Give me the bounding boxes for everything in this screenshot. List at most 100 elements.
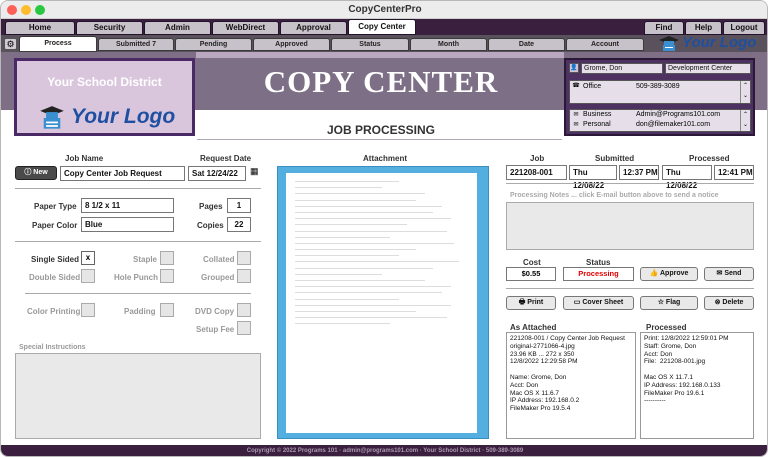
nav-tab-approval[interactable]: Approval bbox=[280, 21, 347, 35]
processed-text[interactable]: Print: 12/8/2022 12:59:01 PM Staff: Grom… bbox=[640, 332, 754, 439]
special-instructions-field[interactable] bbox=[15, 353, 261, 439]
business-label: Business bbox=[583, 111, 612, 118]
print-button[interactable]: 🖶 Print bbox=[506, 296, 556, 310]
paper-color-field[interactable]: Blue bbox=[81, 217, 174, 232]
nav-tab-copy-center[interactable]: Copy Center bbox=[348, 19, 416, 35]
attachment-container[interactable] bbox=[277, 166, 489, 439]
job-number-field[interactable]: 221208-001 bbox=[506, 165, 567, 180]
submitted-time-field[interactable]: 12:37 PM bbox=[619, 165, 659, 180]
status-field[interactable]: Processing bbox=[563, 267, 634, 281]
divider bbox=[25, 293, 251, 294]
color-printing-checkbox[interactable] bbox=[81, 303, 95, 317]
tab-account[interactable]: Account bbox=[566, 38, 644, 51]
email-scroll[interactable]: ⌃ ⌄ bbox=[740, 110, 750, 131]
x-circle-icon: ⊗ bbox=[714, 299, 721, 306]
pages-field[interactable]: 1 bbox=[227, 198, 251, 213]
dvd-copy-checkbox[interactable] bbox=[237, 303, 251, 317]
cover-sheet-button[interactable]: ▭ Cover Sheet bbox=[563, 296, 634, 310]
star-icon: ☆ bbox=[657, 299, 664, 306]
special-instructions-label: Special Instructions bbox=[19, 344, 86, 351]
tab-status[interactable]: Status bbox=[331, 38, 409, 51]
submitted-date-field[interactable]: Thu 12/08/22 bbox=[569, 165, 617, 190]
as-attached-text[interactable]: 221208-001 / Copy Center Job Request ori… bbox=[506, 332, 636, 439]
setup-fee-checkbox[interactable] bbox=[237, 321, 251, 335]
processed-label: Processed bbox=[689, 154, 730, 163]
info-icon: ⓘ bbox=[24, 169, 32, 176]
business-email[interactable]: Admin@Programs101.com bbox=[636, 111, 720, 118]
attachment-image bbox=[286, 173, 477, 433]
delete-button[interactable]: ⊗ Delete bbox=[704, 296, 754, 310]
staple-checkbox[interactable] bbox=[160, 251, 174, 265]
processing-notes-placeholder: Processing Notes ... click E-mail button… bbox=[510, 192, 719, 199]
approve-button[interactable]: 👍 Approve bbox=[640, 267, 698, 281]
cost-label: Cost bbox=[523, 258, 541, 267]
hole-punch-checkbox[interactable] bbox=[160, 269, 174, 283]
dvd-copy-label: DVD Copy bbox=[195, 307, 235, 316]
logout-button[interactable]: Logout bbox=[723, 21, 765, 35]
new-button[interactable]: ⓘ New bbox=[15, 166, 57, 180]
status-label: Status bbox=[586, 258, 611, 267]
staple-label: Staple bbox=[133, 255, 158, 264]
processing-notes-field[interactable] bbox=[506, 202, 754, 250]
copies-label: Copies bbox=[197, 221, 224, 230]
double-sided-checkbox[interactable] bbox=[81, 269, 95, 283]
tab-approved[interactable]: Approved bbox=[253, 38, 330, 51]
contact-name: Grome, Don bbox=[581, 63, 663, 74]
tab-pending[interactable]: Pending bbox=[175, 38, 252, 51]
grouped-label: Grouped bbox=[201, 273, 235, 282]
tab-date[interactable]: Date bbox=[488, 38, 565, 51]
nav-tab-admin[interactable]: Admin bbox=[144, 21, 211, 35]
tab-process[interactable]: Process bbox=[19, 36, 97, 52]
processed-time-field[interactable]: 12:41 PM bbox=[714, 165, 754, 180]
send-button[interactable]: ✉ Send bbox=[704, 267, 754, 281]
double-sided-label: Double Sided bbox=[29, 273, 81, 282]
page-title: COPY CENTER bbox=[263, 64, 499, 99]
nav-tab-webdirect[interactable]: WebDirect bbox=[212, 21, 279, 35]
grouped-checkbox[interactable] bbox=[237, 269, 251, 283]
divider bbox=[15, 241, 261, 242]
color-printing-label: Color Printing bbox=[27, 307, 81, 316]
graduate-logo-icon bbox=[659, 36, 679, 51]
flag-button[interactable]: ☆ Flag bbox=[640, 296, 698, 310]
find-button[interactable]: Find bbox=[644, 21, 684, 35]
document-icon: ▭ bbox=[573, 299, 581, 306]
email-icon: ✉ bbox=[571, 121, 581, 131]
contact-panel: 👤 Grome, Don Development Center ☎ Office… bbox=[564, 58, 755, 136]
single-sided-checkbox[interactable]: x bbox=[81, 251, 95, 265]
divider bbox=[197, 139, 562, 140]
processed-date-field[interactable]: Thu 12/08/22 bbox=[662, 165, 712, 190]
as-attached-label: As Attached bbox=[510, 323, 557, 332]
phone-scroll[interactable]: ⌃ ⌄ bbox=[740, 81, 750, 103]
single-sided-label: Single Sided bbox=[31, 255, 80, 264]
paper-color-label: Paper Color bbox=[32, 221, 78, 230]
collated-checkbox[interactable] bbox=[237, 251, 251, 265]
sub-nav: ⚙ Process Submitted 7 Pending Approved S… bbox=[1, 34, 767, 52]
nav-tab-security[interactable]: Security bbox=[76, 21, 143, 35]
thumbs-up-icon: 👍 bbox=[649, 270, 659, 277]
help-button[interactable]: Help bbox=[685, 21, 722, 35]
request-date-field[interactable]: Sat 12/24/22 bbox=[188, 166, 246, 181]
divider bbox=[506, 288, 754, 289]
paper-type-field[interactable]: 8 1/2 x 11 bbox=[81, 198, 174, 213]
calendar-icon[interactable]: ▦ bbox=[250, 166, 259, 177]
gear-icon[interactable]: ⚙ bbox=[4, 38, 17, 50]
header-logo-text: Your Logo bbox=[682, 34, 757, 51]
district-logo-text: Your Logo bbox=[71, 105, 176, 128]
personal-email[interactable]: don@filemaker101.com bbox=[636, 121, 710, 128]
tab-submitted[interactable]: Submitted 7 bbox=[98, 38, 174, 51]
nav-tab-home[interactable]: Home bbox=[5, 21, 75, 35]
district-logo-panel: Your School District Your Logo bbox=[14, 58, 195, 136]
job-name-field[interactable]: Copy Center Job Request bbox=[60, 166, 185, 181]
title-bar: CopyCenterPro bbox=[1, 1, 767, 19]
email-icon: ✉ bbox=[571, 111, 581, 121]
footer: Copyright © 2022 Programs 101 · admin@pr… bbox=[1, 445, 767, 456]
padding-checkbox[interactable] bbox=[160, 303, 174, 317]
copies-field[interactable]: 22 bbox=[227, 217, 251, 232]
tab-month[interactable]: Month bbox=[410, 38, 487, 51]
hole-punch-label: Hole Punch bbox=[114, 273, 159, 282]
office-phone[interactable]: 509-389-3089 bbox=[636, 83, 680, 90]
district-name: Your School District bbox=[47, 75, 162, 89]
collated-label: Collated bbox=[203, 255, 235, 264]
contact-dept: Development Center bbox=[665, 63, 751, 74]
cost-field[interactable]: $0.55 bbox=[506, 267, 556, 281]
